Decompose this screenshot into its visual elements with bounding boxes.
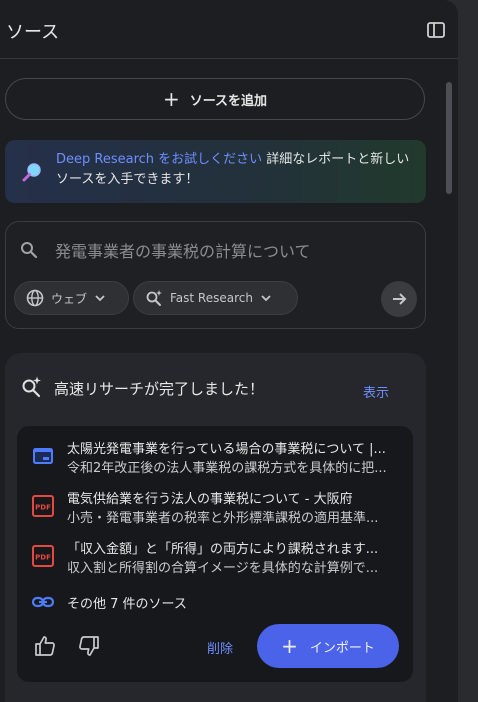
- add-source-label: ソースを追加: [189, 93, 268, 109]
- research-query-box: 発電事業者の事業税の計算について ウェブ Fast Research: [5, 221, 426, 329]
- list-item[interactable]: PDF 電気供給業を行う法人の事業税について - 大阪府 小売・発電事業者の税率…: [31, 488, 407, 528]
- source-snippet: 小売・発電事業者の税率と外形標準課税の適用基準...: [67, 511, 379, 526]
- research-mode-dropdown[interactable]: Fast Research: [133, 281, 298, 315]
- panel-header: ソース: [0, 0, 458, 59]
- import-button[interactable]: + インポート: [257, 624, 399, 668]
- deep-research-link[interactable]: Deep Research をお試しください: [56, 152, 262, 167]
- deep-research-text: Deep Research をお試しください 詳細なレポートと新しいソースを入手…: [56, 150, 416, 190]
- deep-research-banner: Deep Research をお試しください 詳細なレポートと新しいソースを入手…: [5, 140, 426, 203]
- submit-query-button[interactable]: [381, 281, 417, 317]
- link-icon: [31, 590, 55, 614]
- delete-button[interactable]: 削除: [207, 638, 233, 657]
- source-title: 太陽光発電事業を行っている場合の事業税について |...: [67, 442, 386, 457]
- research-mode-label: Fast Research: [170, 291, 253, 305]
- plus-icon: +: [281, 634, 298, 658]
- pdf-icon: PDF: [31, 544, 55, 568]
- source-snippet: 令和2年改正後の法人事業税の課税方式を具体的に把...: [67, 461, 387, 476]
- thumbs-down-icon[interactable]: [77, 634, 101, 658]
- sources-panel: ソース + ソースを追加 Deep Research をお試しください 詳細なレ…: [0, 0, 458, 702]
- chevron-down-icon: [95, 295, 105, 302]
- plus-icon: +: [162, 87, 180, 111]
- source-title: 「収入金額」と「所得」の両方により課税されます...: [67, 542, 379, 557]
- sparkle-search-icon: [19, 375, 43, 399]
- research-result-card: 高速リサーチが完了しました！ 表示 太陽光発電事業を行っている場合の事業税につい…: [5, 353, 426, 702]
- sparkle-search-icon: [146, 290, 162, 306]
- svg-text:PDF: PDF: [35, 554, 51, 562]
- globe-icon: [26, 289, 44, 307]
- list-item[interactable]: PDF 「収入金額」と「所得」の両方により課税されます... 収入割と所得割の合…: [31, 538, 407, 578]
- source-snippet: 収入割と所得割の合算イメージを具体的な計算例で...: [67, 561, 379, 576]
- arrow-right-icon: [393, 293, 407, 305]
- more-sources-label: その他 7 件のソース: [67, 597, 187, 612]
- window-edge: [458, 0, 478, 702]
- svg-text:PDF: PDF: [35, 504, 51, 512]
- query-input[interactable]: 発電事業者の事業税の計算について: [55, 238, 311, 262]
- show-results-link[interactable]: 表示: [363, 382, 389, 401]
- source-list: 太陽光発電事業を行っている場合の事業税について |... 令和2年改正後の法人事…: [17, 426, 413, 682]
- add-source-button[interactable]: + ソースを追加: [5, 78, 425, 120]
- pdf-icon: PDF: [31, 494, 55, 518]
- source-type-label: ウェブ: [51, 291, 88, 306]
- import-label: インポート: [309, 640, 375, 656]
- source-type-dropdown[interactable]: ウェブ: [14, 281, 129, 315]
- search-icon: [19, 240, 39, 260]
- list-item[interactable]: 太陽光発電事業を行っている場合の事業税について |... 令和2年改正後の法人事…: [31, 438, 407, 478]
- web-source-icon: [31, 444, 55, 468]
- source-title: 電気供給業を行う法人の事業税について - 大阪府: [67, 492, 353, 507]
- page-title: ソース: [6, 22, 60, 43]
- result-title: 高速リサーチが完了しました！: [54, 380, 265, 398]
- thumbs-up-icon[interactable]: [33, 634, 57, 658]
- chevron-down-icon: [261, 295, 271, 302]
- magnifier-sparkle-icon: [20, 160, 44, 184]
- panel-toggle-icon[interactable]: [426, 20, 446, 40]
- scrollbar[interactable]: [446, 82, 452, 194]
